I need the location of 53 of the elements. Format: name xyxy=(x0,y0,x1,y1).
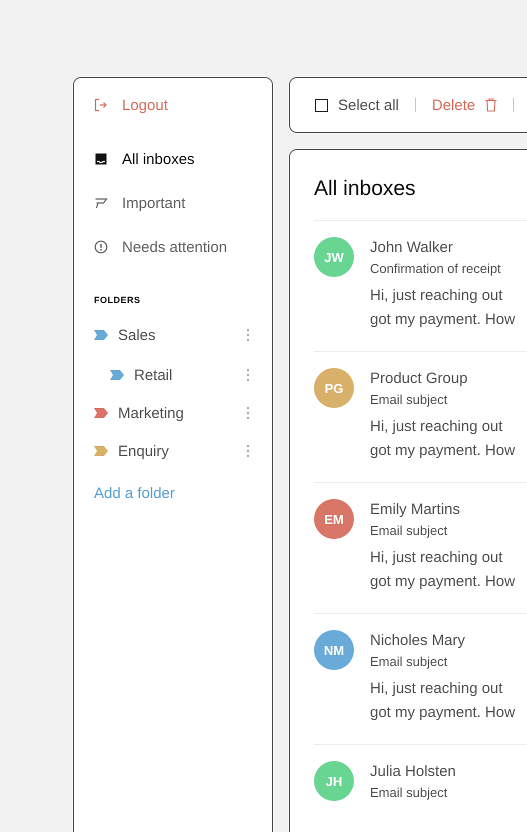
email-subject: Confirmation of receipt xyxy=(370,261,502,276)
more-icon[interactable] xyxy=(246,368,250,382)
email-item[interactable]: JH Julia Holsten Email subject xyxy=(314,745,527,832)
sender-name: Emily Martins xyxy=(370,500,462,520)
folder-item[interactable]: Enquiry xyxy=(94,441,272,461)
folder-label: Retail xyxy=(134,366,174,384)
more-icon[interactable] xyxy=(246,444,250,458)
more-icon[interactable] xyxy=(246,406,250,420)
preview-text: got my payment. How xyxy=(370,441,516,461)
preview-text: Hi, just reaching out xyxy=(370,286,504,306)
preview-text: Hi, just reaching out xyxy=(370,548,504,568)
avatar: EM xyxy=(314,499,354,539)
flag-icon xyxy=(94,196,108,210)
preview-text: got my payment. How xyxy=(370,572,516,592)
email-subject: Email subject xyxy=(370,654,448,669)
avatar: PG xyxy=(314,368,354,408)
email-subject: Email subject xyxy=(370,523,448,538)
email-subject: Email subject xyxy=(370,785,448,800)
checkbox[interactable] xyxy=(315,98,328,112)
select-all-checkbox[interactable]: Select all xyxy=(315,96,399,114)
preview-text: Hi, just reaching out xyxy=(370,417,504,437)
checkbox-label: Select all xyxy=(338,96,399,114)
email-subject: Email subject xyxy=(370,392,448,407)
folder-label: Marketing xyxy=(118,404,185,422)
folder-item[interactable]: Retail xyxy=(94,365,272,385)
nav-item[interactable]: All inboxes xyxy=(94,149,272,169)
sender-name: Julia Holsten xyxy=(370,762,456,782)
folder-label: Sales xyxy=(118,326,157,344)
more-icon[interactable] xyxy=(246,328,250,342)
email-item[interactable]: PG Product Group Email subject Hi, just reaching out got my payment. How xyxy=(314,352,527,483)
email-item[interactable]: NM Nicholes Mary Email subject Hi, just reaching out got my payment. How xyxy=(314,614,527,745)
folder-label: Enquiry xyxy=(118,442,170,460)
page-title: All inboxes xyxy=(314,150,527,221)
avatar: JW xyxy=(314,237,354,277)
email-item[interactable]: JW John Walker Confirmation of receipt Hi, just reaching out got my payment. How xyxy=(314,221,527,352)
nav-item[interactable]: Needs attention xyxy=(94,237,272,257)
preview-text: got my payment. How xyxy=(370,703,516,723)
logout-icon xyxy=(94,98,108,112)
sender-name: Nicholes Mary xyxy=(370,631,466,651)
folder-item[interactable]: Marketing xyxy=(94,403,272,423)
alert-icon xyxy=(94,240,108,254)
avatar: NM xyxy=(314,630,354,670)
nav-item[interactable]: Important xyxy=(94,193,272,213)
sender-name: John Walker xyxy=(370,238,454,258)
section-heading: FOLDERS xyxy=(94,295,142,305)
preview-text: got my payment. How xyxy=(370,310,516,330)
avatar: JH xyxy=(314,761,354,801)
folder-item[interactable]: Sales xyxy=(94,325,272,345)
preview-text: Hi, just reaching out xyxy=(370,679,504,699)
sender-name: Product Group xyxy=(370,369,469,389)
inbox-icon xyxy=(94,152,108,166)
email-item[interactable]: EM Emily Martins Email subject Hi, just reaching out got my payment. How xyxy=(314,483,527,614)
trash-icon xyxy=(485,98,498,112)
